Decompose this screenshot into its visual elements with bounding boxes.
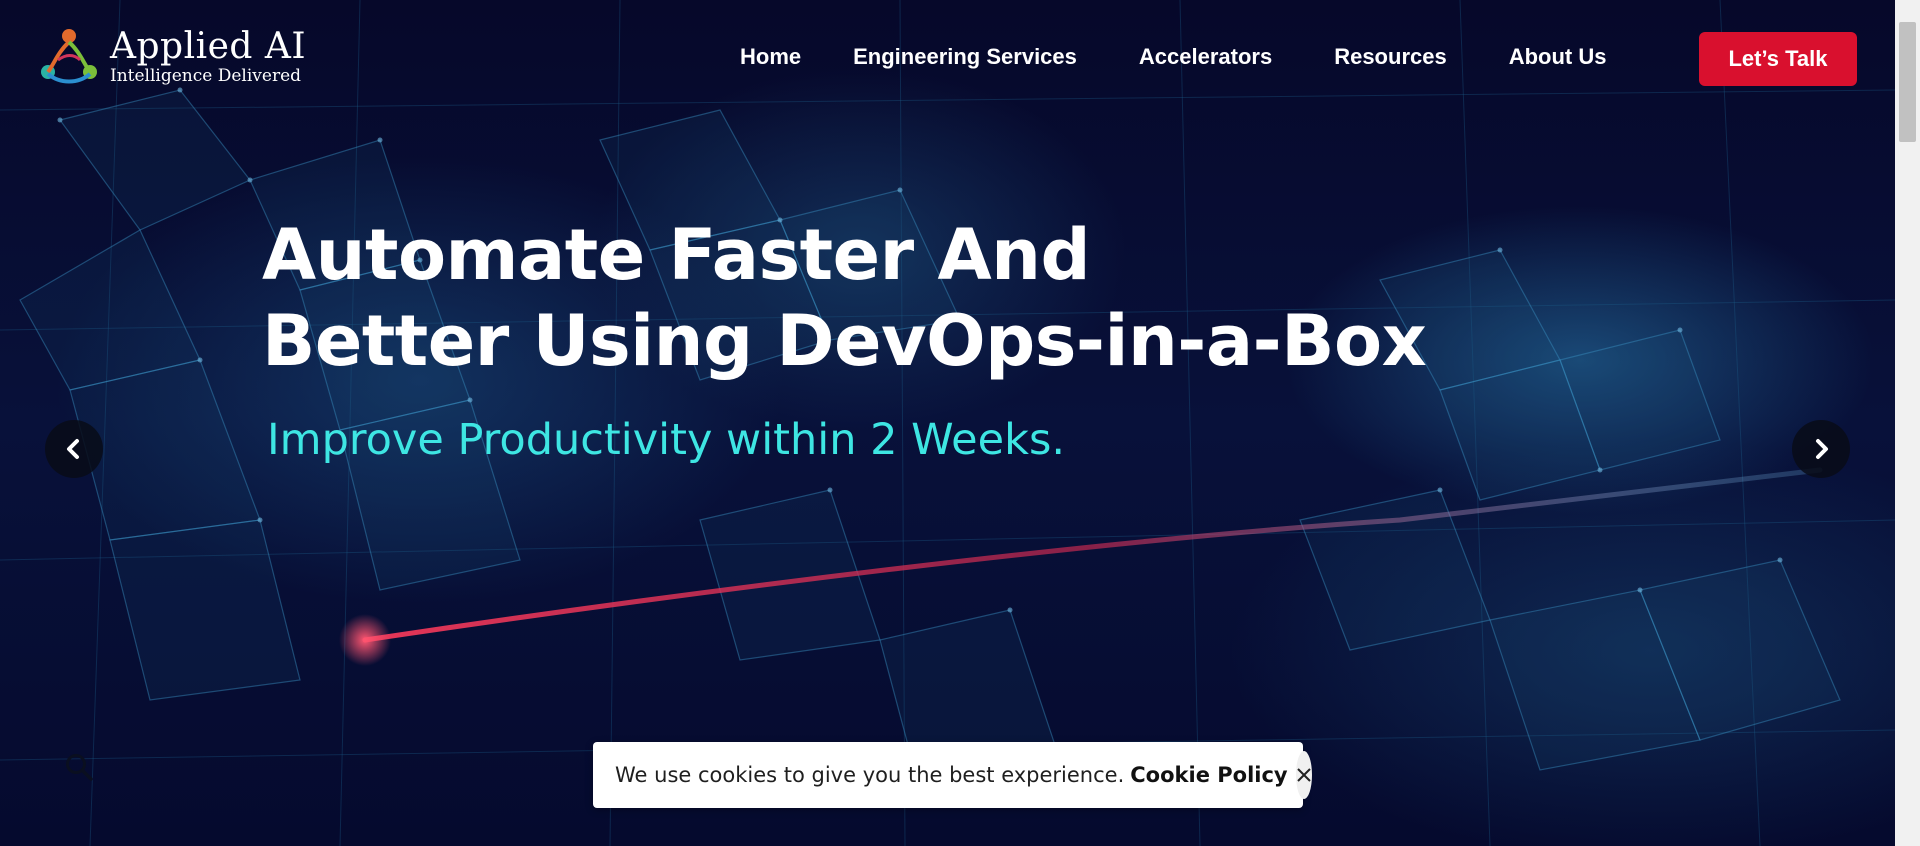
cookie-message: We use cookies to give you the best expe… [615,763,1125,787]
nav-item-accelerators[interactable]: Accelerators [1139,44,1272,70]
cookie-banner: We use cookies to give you the best expe… [593,742,1312,808]
close-icon [1296,768,1311,782]
chevron-right-icon [1816,439,1828,459]
lets-talk-button[interactable]: Let’s Talk [1699,32,1857,86]
hero-section: Applied AI Intelligence Delivered Home E… [0,0,1895,846]
nav-item-about-us[interactable]: About Us [1509,44,1607,70]
hero-subheadline: Improve Productivity within 2 Weeks. [267,415,1066,465]
carousel-prev-button[interactable] [45,420,103,478]
hero-headline: Automate Faster And Better Using DevOps-… [262,212,1427,384]
hero-headline-line-1: Automate Faster And [262,214,1091,296]
scrollbar-thumb[interactable] [1899,22,1916,142]
chevron-left-icon [67,439,79,459]
nav-item-engineering-services[interactable]: Engineering Services [853,44,1077,70]
brand-name: Applied AI [110,26,307,67]
page: Applied AI Intelligence Delivered Home E… [0,0,1920,846]
brand-logo[interactable]: Applied AI Intelligence Delivered [36,24,306,90]
logo-mark-icon [41,29,97,84]
brand-tagline: Intelligence Delivered [110,66,302,86]
carousel-next-button[interactable] [1792,420,1850,478]
search-icon[interactable] [64,752,94,782]
hero-headline-line-2: Better Using DevOps-in-a-Box [262,300,1427,382]
cookie-policy-link[interactable]: Cookie Policy [1130,763,1287,787]
page-scrollbar[interactable] [1895,0,1920,846]
nav-item-resources[interactable]: Resources [1334,44,1447,70]
main-nav: Home Engineering Services Accelerators R… [740,44,1658,70]
cookie-close-button[interactable] [1295,751,1312,799]
nav-item-home[interactable]: Home [740,44,801,70]
